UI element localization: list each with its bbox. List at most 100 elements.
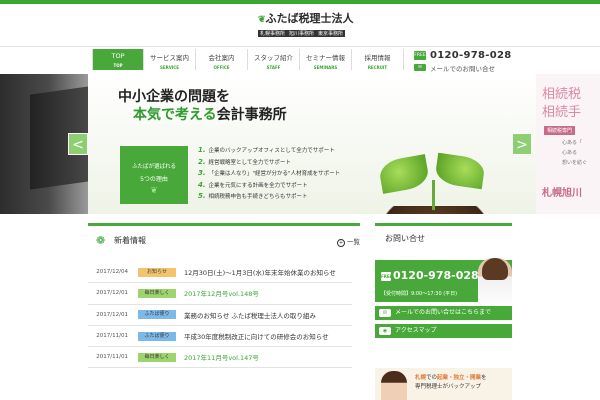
reason-number: 1.: [198, 146, 206, 154]
reason-text: 「企業は人なり」"経営が分かる"人材育成をサポート: [208, 171, 341, 177]
main-nav: TOP TOP サービス案内 SERVICE 会社案内 OFFICE スタッフ紹介 ST…: [92, 49, 404, 71]
news-item-title[interactable]: 平成30年度税制改正に向けての研修会のお知らせ: [184, 331, 344, 341]
nav-item-recruit[interactable]: 採用情報 RECRUIT: [352, 49, 404, 70]
nav-label: TOP: [111, 52, 125, 60]
hero-headline-2-rest: 会計事務所: [216, 107, 287, 123]
news-row[interactable]: 2017/11/01 毎日楽しく 2017年11月号vol.147号: [88, 347, 352, 369]
slider-next-button[interactable]: >: [512, 133, 532, 155]
news-category-badge: ふたば便り: [138, 331, 176, 341]
speech-bubble-icon: ❁: [96, 234, 106, 247]
news-item-title[interactable]: 12月30日(土)〜1月3日(水)年末年始休業のお知らせ: [184, 267, 344, 277]
header-phone[interactable]: FREE 0120-978-028: [414, 50, 511, 61]
news-category-badge: お知らせ: [138, 267, 176, 277]
news-title: 新着情報: [114, 236, 146, 245]
nav-label: セミナー情報: [306, 54, 345, 62]
news-item-title[interactable]: 2017年11月号vol.147号: [184, 352, 344, 362]
map-pin-icon: ◉: [379, 326, 391, 335]
news-date: 2017/12/04: [96, 269, 128, 276]
operator-hair: [482, 258, 508, 280]
header-divider: [0, 46, 600, 47]
free-dial-icon: FREE: [414, 51, 426, 60]
mail-icon: ✉: [414, 63, 426, 71]
logo-sub-asahikawa: 旭川事務所: [287, 30, 317, 37]
mail-icon: ✉: [379, 308, 391, 317]
circle-plus-icon: +: [337, 239, 345, 247]
banner-particle: での: [426, 375, 438, 381]
next-slide-preview[interactable]: 相続税 相続手 相続税専門 心ある「 心ある 想いを紡ぐ 札幌旭川: [536, 74, 600, 214]
site-logo[interactable]: ❦ふたば税理士法人 札幌事務所 旭川事務所 東京事務所: [258, 10, 354, 37]
reasons-box: ふたばが選ばれる 5つの理由 ❦: [120, 146, 188, 204]
news-date: 2017/12/01: [96, 311, 128, 318]
access-map-button[interactable]: ◉ アクセスマップ: [375, 324, 512, 338]
next-slide-title-1: 相続税: [542, 87, 582, 102]
reason-item: 5. 相続税務申告も手続きどちらもサポート: [198, 192, 376, 204]
nav-sublabel: SEMINARS: [313, 65, 338, 70]
news-row[interactable]: 2017/12/04 お知らせ 12月30日(土)〜1月3日(水)年末年始休業のお知…: [88, 262, 352, 284]
banner-particle-2: を: [481, 375, 487, 381]
reason-item: 1. 企業のバックアップオフィスとして全力でサポート: [198, 146, 376, 158]
next-slide-badge: 相続税専門: [544, 126, 576, 135]
operator-photo: [478, 258, 512, 310]
nav-sublabel: OFFICE: [213, 65, 230, 70]
news-row[interactable]: 2017/12/01 毎日楽しく 2017年12月号vol.148号: [88, 283, 352, 305]
logo-sub-sapporo: 札幌事務所: [258, 30, 288, 37]
leaf-icon: ❦: [258, 15, 266, 25]
nav-item-office[interactable]: 会社案内 OFFICE: [196, 49, 248, 70]
mail-inquiry-button[interactable]: ✉ メールでのお問い合せはこちらまで: [375, 306, 512, 320]
banner-keywords: 起業・独立・開業: [437, 375, 482, 381]
header-mail-label: メールでのお問い合せ: [430, 65, 495, 73]
next-slide-location: 札幌旭川: [542, 188, 582, 199]
access-map-label: アクセスマップ: [395, 327, 437, 334]
news-category-badge: 毎日楽しく: [138, 352, 176, 362]
next-slide-copy-2: 心ある: [562, 150, 578, 156]
news-date: 2017/11/01: [96, 354, 128, 361]
news-list: 2017/12/04 お知らせ 12月30日(土)〜1月3日(水)年末年始休業のお知…: [88, 262, 352, 369]
sprout-stem: [432, 180, 435, 210]
reason-number: 4.: [198, 180, 206, 189]
nav-label: スタッフ紹介: [254, 54, 293, 62]
news-row[interactable]: 2017/12/01 ふたば便り 業務のお知らせ ふたば税理士法人の取り組み: [88, 305, 352, 326]
inquiry-phone: FREE0120-978-028: [381, 269, 479, 282]
inquiry-phone-card[interactable]: FREE0120-978-028 【受付時間】9:00〜17:30 (平日): [375, 258, 512, 310]
next-slide-copy-1: 心ある「: [562, 140, 583, 146]
sprout-icon: ❦: [150, 186, 158, 196]
news-header: ❁ 新着情報 + 一覧: [96, 232, 360, 250]
logo-name: ふたば税理士法人: [265, 12, 354, 25]
nav-item-seminars[interactable]: セミナー情報 SEMINARS: [300, 49, 352, 70]
news-category-badge: 毎日楽しく: [138, 288, 176, 298]
news-row[interactable]: 2017/11/01 ふたば便り 平成30年度税制改正に向けての研修会のお知らせ: [88, 326, 352, 348]
reason-number: 3.: [198, 169, 206, 177]
logo-sub-tokyo: 東京事務所: [316, 30, 346, 37]
news-top-border: [88, 223, 360, 226]
nav-sublabel: SERVICE: [160, 65, 179, 70]
news-category-badge: ふたば便り: [138, 310, 176, 320]
nav-label: 会社案内: [208, 54, 235, 62]
next-slide-title-2: 相続手: [542, 105, 582, 120]
banner-text: 札幌での起業・独立・開業を 専門税理士がバックアップ: [415, 374, 487, 392]
inquiry-box: FREE0120-978-028 【受付時間】9:00〜17:30 (平日) ✉…: [375, 252, 512, 362]
reason-text: 企業のバックアップオフィスとして全力でサポート: [208, 148, 335, 154]
reasons-count: 5つの理由: [140, 176, 168, 183]
news-date: 2017/11/01: [96, 333, 128, 340]
nav-label: サービス案内: [150, 54, 189, 62]
next-slide-title: 相続税 相続手: [542, 86, 581, 122]
nav-item-top[interactable]: TOP TOP: [92, 49, 144, 70]
slider-prev-button[interactable]: <: [68, 133, 88, 155]
reason-text: 企業を元気にする計画を全力でサポート: [208, 182, 308, 189]
reason-item: 4. 企業を元気にする計画を全力でサポート: [198, 181, 376, 193]
nav-item-staff[interactable]: スタッフ紹介 STAFF: [248, 49, 300, 70]
reasons-list: 1. 企業のバックアップオフィスとして全力でサポート 2. 経営戦略室として全力でサ…: [198, 146, 376, 204]
inquiry-title: お問い合せ: [385, 234, 425, 243]
reason-text: 経営戦略室として全力でサポート: [208, 159, 291, 166]
startup-banner[interactable]: 札幌での起業・独立・開業を 専門税理士がバックアップ: [375, 368, 512, 400]
mail-inquiry-label: メールでのお問い合せはこちらまで: [395, 309, 492, 316]
nav-item-service[interactable]: サービス案内 SERVICE: [144, 49, 196, 70]
reasons-label: ふたばが選ばれる: [131, 164, 176, 170]
header-mail-link[interactable]: ✉ メールでのお問い合せ: [414, 61, 511, 73]
reason-item: 3. 「企業は人なり」"経営が分かる"人材育成をサポート: [198, 169, 376, 181]
reason-number: 2.: [198, 157, 206, 166]
news-more-link[interactable]: + 一覧: [337, 236, 360, 247]
news-item-title[interactable]: 業務のお知らせ ふたば税理士法人の取り組み: [184, 310, 344, 320]
hero-headline-1: 中小企業の問題を: [118, 89, 230, 105]
news-item-title[interactable]: 2017年12月号vol.148号: [184, 288, 344, 298]
